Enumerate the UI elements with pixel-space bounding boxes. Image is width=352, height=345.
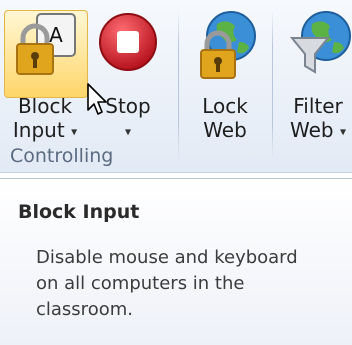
block-input-icon: A: [16, 13, 76, 75]
group-separator: [272, 10, 273, 160]
lock-web-label: Lock Web: [202, 94, 248, 142]
stop-label: Stop ▾: [105, 94, 151, 139]
stop-icon: [99, 13, 157, 71]
filter-web-icon: [289, 11, 351, 74]
lock-web-button[interactable]: Lock Web: [184, 6, 266, 144]
filter-web-button[interactable]: Filter Web ▾: [278, 6, 352, 144]
filter-web-label: Filter Web ▾: [290, 94, 346, 142]
tooltip: Block Input Disable mouse and keyboard o…: [0, 178, 352, 345]
ribbon-panel: A Block Input ▾ Stop ▾ Lock Web Filter W…: [0, 0, 352, 173]
block-input-button[interactable]: A Block Input ▾: [0, 6, 90, 144]
group-separator: [178, 10, 179, 160]
stop-button[interactable]: Stop ▾: [88, 6, 168, 144]
dropdown-arrow-icon[interactable]: ▾: [125, 125, 131, 139]
ribbon-group-label: Controlling: [10, 145, 114, 167]
tooltip-body: Disable mouse and keyboard on all comput…: [36, 247, 298, 320]
dropdown-arrow-icon[interactable]: ▾: [340, 125, 346, 139]
mouse-cursor-icon: [87, 83, 107, 115]
lock-web-icon: [200, 11, 256, 79]
tooltip-title: Block Input: [18, 201, 140, 223]
dropdown-arrow-icon[interactable]: ▾: [71, 125, 77, 139]
block-input-label: Block Input ▾: [12, 94, 78, 142]
